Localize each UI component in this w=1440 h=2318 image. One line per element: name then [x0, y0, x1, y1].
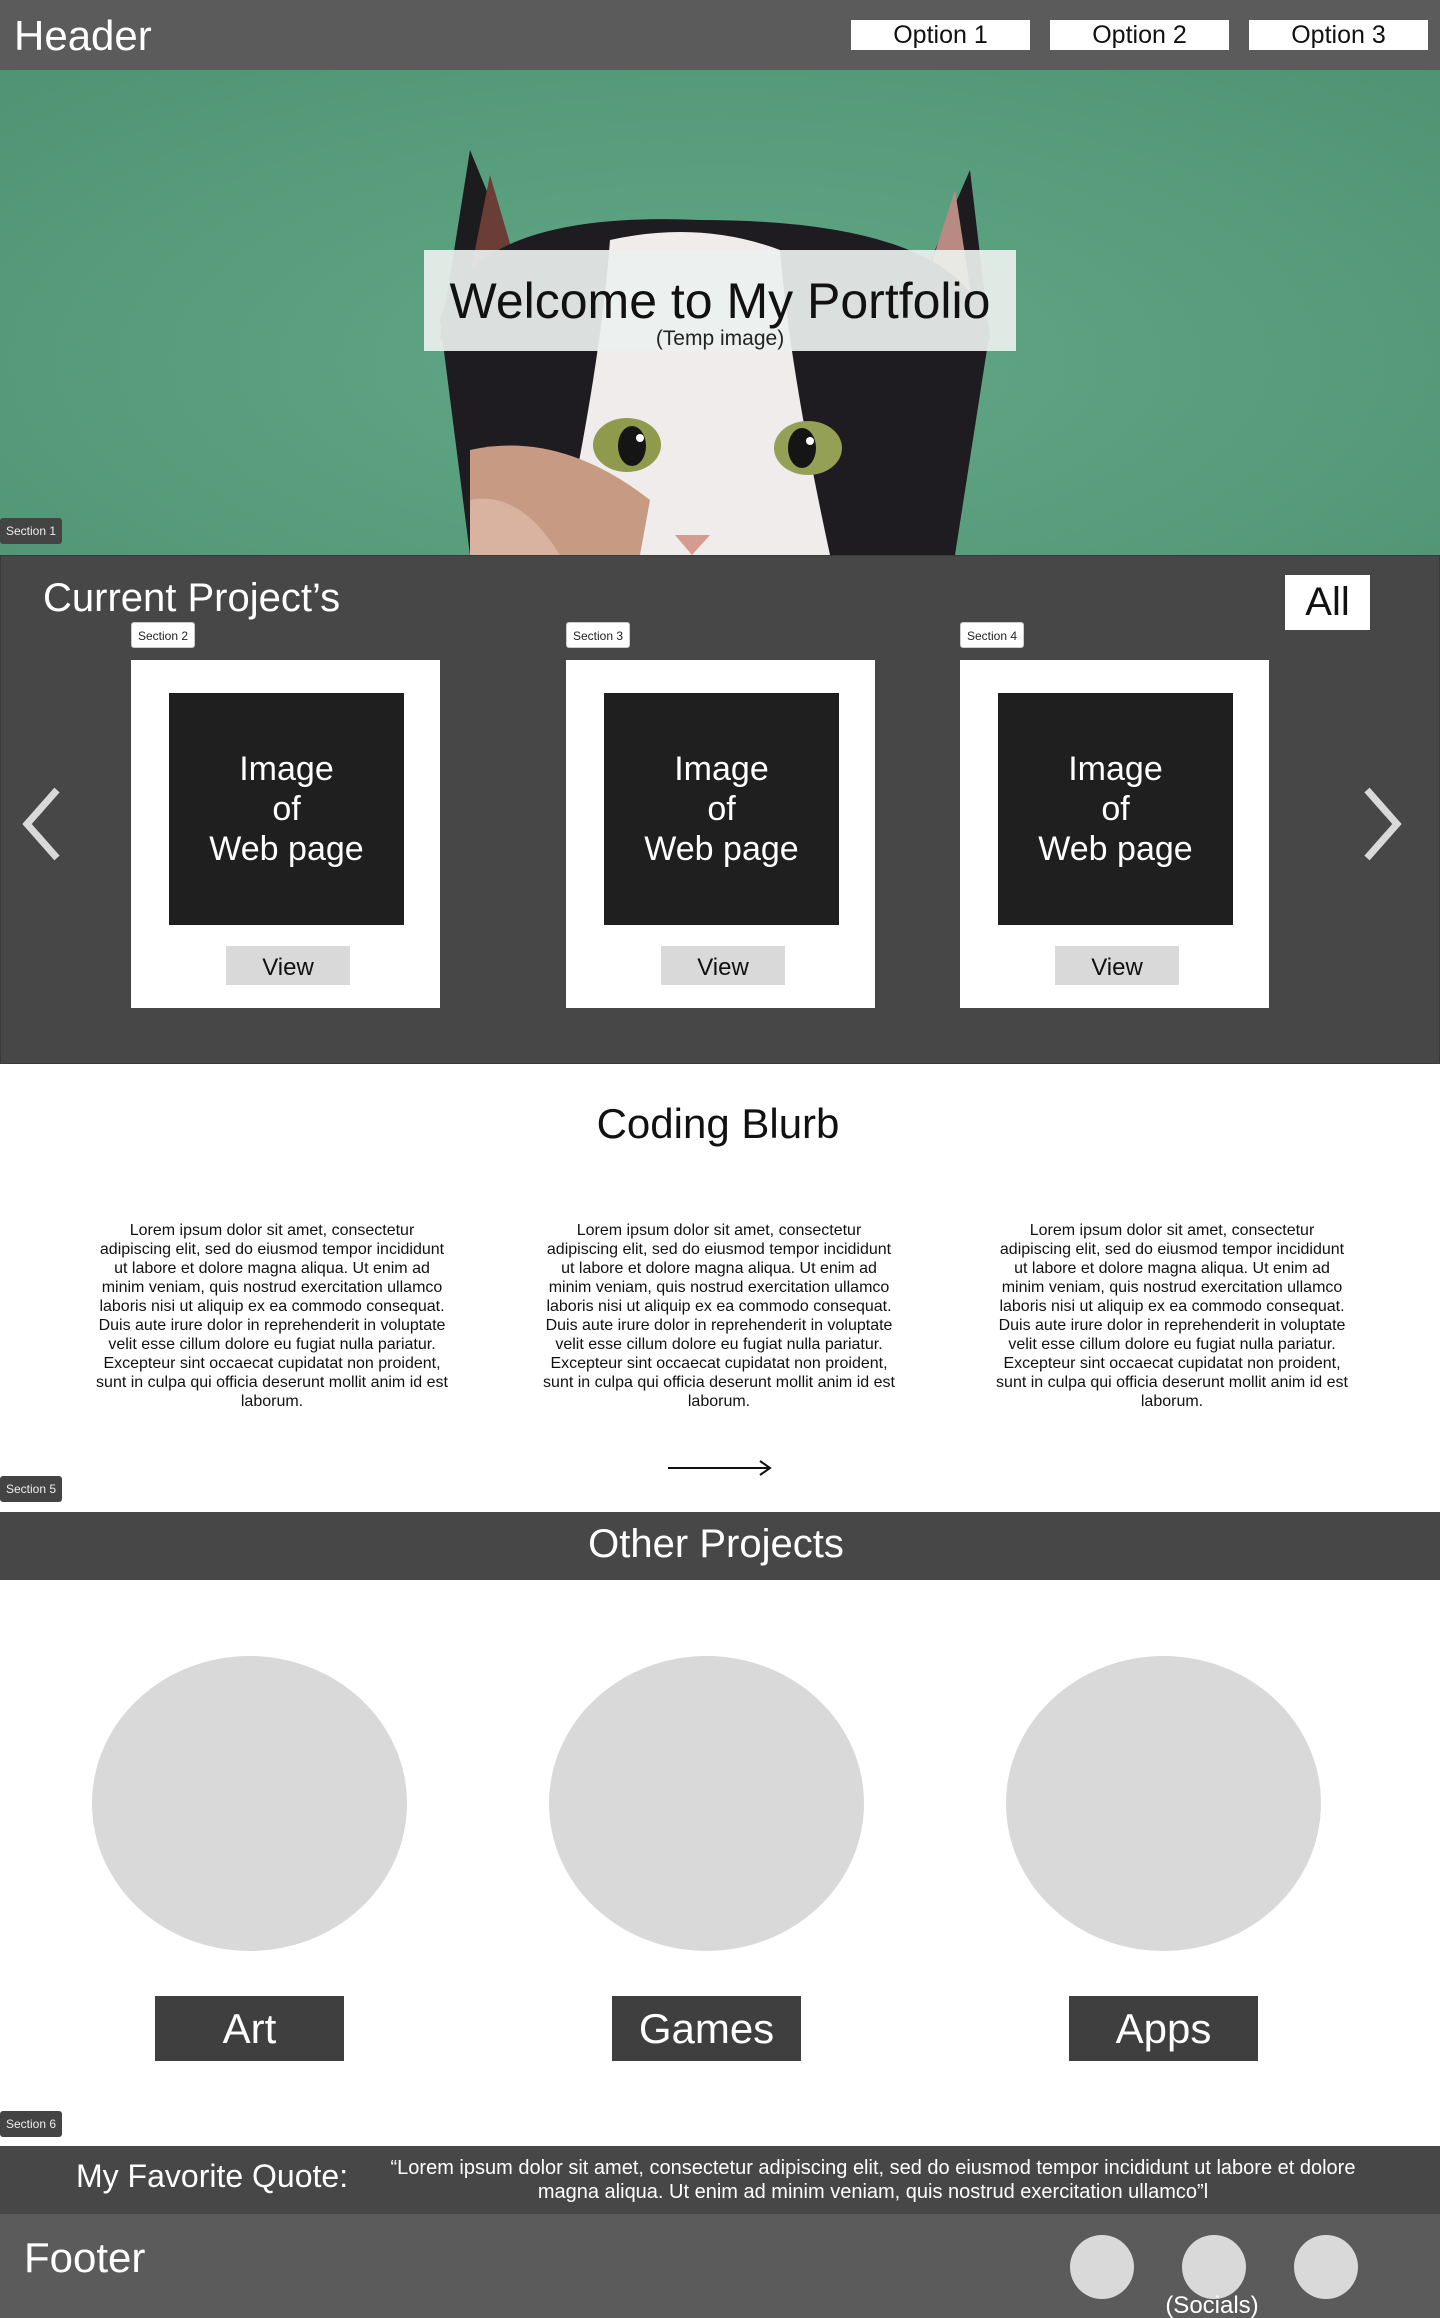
social-icon[interactable] — [1070, 2235, 1134, 2299]
section-title: Current Project’s — [43, 576, 341, 620]
nav-option-1[interactable]: Option 1 — [851, 20, 1030, 50]
games-button[interactable]: Games — [612, 1996, 801, 2061]
section-tag: Section 4 — [960, 622, 1025, 648]
hero-banner: Welcome to My Portfolio (Temp image) — [424, 250, 1016, 351]
other-projects-title: Other Projects — [588, 1522, 844, 1566]
image-line: Web page — [1038, 830, 1193, 868]
section-tag: Section 1 — [0, 518, 63, 544]
header-title: Header — [14, 12, 152, 59]
image-line: of — [707, 790, 736, 828]
project-image-placeholder[interactable] — [549, 1656, 864, 1951]
image-line: of — [272, 790, 301, 828]
image-line: of — [1101, 790, 1130, 828]
image-line: Web page — [644, 830, 799, 868]
webpage-image-placeholder: Image of Web page — [604, 693, 839, 925]
webpage-image-placeholder: Image of Web page — [169, 693, 404, 925]
section-tag: Section 2 — [131, 622, 196, 648]
arrow-right-icon[interactable] — [668, 1458, 774, 1478]
social-icon[interactable] — [1294, 2235, 1358, 2299]
webpage-image-placeholder: Image of Web page — [998, 693, 1233, 925]
hero-subtitle: (Temp image) — [655, 327, 785, 350]
view-button[interactable]: View — [1055, 946, 1179, 985]
blurb-paragraph: Lorem ipsum dolor sit amet, consectetur … — [996, 1222, 1348, 1410]
project-card: Image of Web page View — [131, 660, 440, 1008]
apps-button[interactable]: Apps — [1069, 1996, 1258, 2061]
blurb-paragraph: Lorem ipsum dolor sit amet, consectetur … — [96, 1222, 448, 1410]
art-button[interactable]: Art — [155, 1996, 344, 2061]
socials-label: (Socials) — [1165, 2292, 1259, 2318]
section-tag: Section 6 — [0, 2111, 63, 2137]
site-footer: Footer (Socials) — [0, 2214, 1440, 2318]
all-filter-button[interactable]: All — [1285, 575, 1370, 630]
quote-text: “Lorem ipsum dolor sit amet, consectetur… — [390, 2157, 1356, 2203]
current-projects-section: Current Project’s All Section 2 Image of… — [0, 555, 1440, 1064]
project-image-placeholder[interactable] — [1006, 1656, 1321, 1951]
nav-option-2[interactable]: Option 2 — [1050, 20, 1229, 50]
image-line: Image — [1068, 750, 1163, 788]
blurb-paragraph: Lorem ipsum dolor sit amet, consectetur … — [543, 1222, 895, 1410]
section-tag: Section 5 — [0, 1476, 63, 1502]
quote-section: My Favorite Quote: “Lorem ipsum dolor si… — [0, 2146, 1440, 2214]
footer-title: Footer — [24, 2234, 146, 2281]
other-projects-bar: Other Projects — [0, 1512, 1440, 1580]
project-image-placeholder[interactable] — [92, 1656, 407, 1951]
quote-label: My Favorite Quote: — [76, 2158, 349, 2194]
nav-option-3[interactable]: Option 3 — [1249, 20, 1428, 50]
image-line: Web page — [209, 830, 364, 868]
view-button[interactable]: View — [661, 946, 785, 985]
view-button[interactable]: View — [226, 946, 350, 985]
chevron-left-icon[interactable] — [21, 784, 61, 864]
image-line: Image — [674, 750, 769, 788]
project-card: Image of Web page View — [960, 660, 1269, 1008]
section-tag: Section 3 — [566, 622, 631, 648]
hero-section: Welcome to My Portfolio (Temp image) Sec… — [0, 70, 1440, 555]
site-header: Header Option 1 Option 2 Option 3 — [0, 0, 1440, 70]
project-card: Image of Web page View — [566, 660, 875, 1008]
hero-title: Welcome to My Portfolio — [449, 273, 991, 329]
chevron-right-icon[interactable] — [1363, 784, 1403, 864]
social-icon[interactable] — [1182, 2235, 1246, 2299]
image-line: Image — [239, 750, 334, 788]
coding-blurb-title: Coding Blurb — [596, 1100, 840, 1147]
